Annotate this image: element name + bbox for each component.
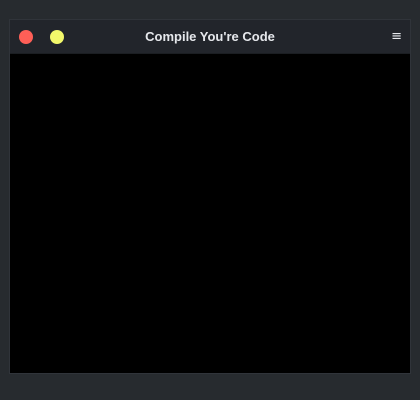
title-bar[interactable]: Compile You're Code ≡ — [10, 20, 410, 54]
close-dot-icon[interactable] — [19, 30, 33, 44]
code-output-area[interactable] — [10, 54, 410, 373]
minimize-dot-icon[interactable] — [50, 30, 64, 44]
window-title: Compile You're Code — [145, 29, 275, 44]
hamburger-icon[interactable]: ≡ — [391, 20, 402, 53]
app-window: Compile You're Code ≡ — [10, 20, 410, 373]
